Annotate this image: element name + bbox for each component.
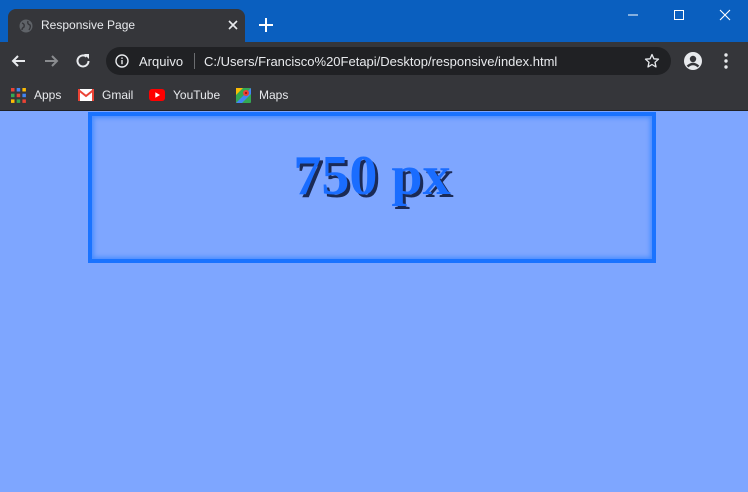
bookmark-apps[interactable]: Apps [11,86,61,104]
tab-title: Responsive Page [41,18,136,32]
bookmark-maps[interactable]: Maps [236,86,288,104]
close-tab-icon[interactable] [225,17,241,33]
browser-toolbar: Arquivo C:/Users/Francisco%20Fetapi/Desk… [0,42,748,80]
bookmark-label: Maps [259,88,289,102]
width-box: 750 px [88,112,656,263]
close-window-button[interactable] [702,0,748,30]
maximize-button[interactable] [656,0,702,30]
minimize-icon [628,14,638,16]
address-separator [194,53,195,69]
apps-grid-icon [11,87,26,103]
maximize-icon [674,10,684,20]
title-bar: Responsive Page [0,0,748,42]
youtube-icon [149,89,165,101]
page-content: 750 px [0,112,748,492]
bookmark-youtube[interactable]: YouTube [149,86,220,104]
scheme-label: Arquivo [139,54,184,69]
minimize-button[interactable] [610,0,656,30]
profile-avatar-icon[interactable] [683,51,703,71]
new-tab-icon[interactable] [257,16,275,34]
bookmark-label: YouTube [173,88,221,102]
gmail-icon [78,89,94,101]
url-text[interactable]: C:/Users/Francisco%20Fetapi/Desktop/resp… [204,54,557,69]
bookmark-star-icon[interactable] [644,53,660,69]
info-icon[interactable] [115,54,129,68]
address-bar[interactable]: Arquivo C:/Users/Francisco%20Fetapi/Desk… [106,47,671,75]
reload-icon[interactable] [73,51,93,71]
maps-icon [236,87,251,103]
forward-icon[interactable] [41,51,61,71]
globe-icon [19,19,33,33]
back-icon[interactable] [9,51,29,71]
menu-icon[interactable] [716,51,736,71]
close-icon [719,9,731,21]
page-heading: 750 px [293,145,451,207]
browser-tab[interactable]: Responsive Page [8,9,245,42]
bookmarks-bar: Apps Gmail YouTube Maps [0,80,748,111]
bookmark-label: Apps [34,88,62,102]
bookmark-label: Gmail [102,88,134,102]
bookmark-gmail[interactable]: Gmail [78,86,133,104]
